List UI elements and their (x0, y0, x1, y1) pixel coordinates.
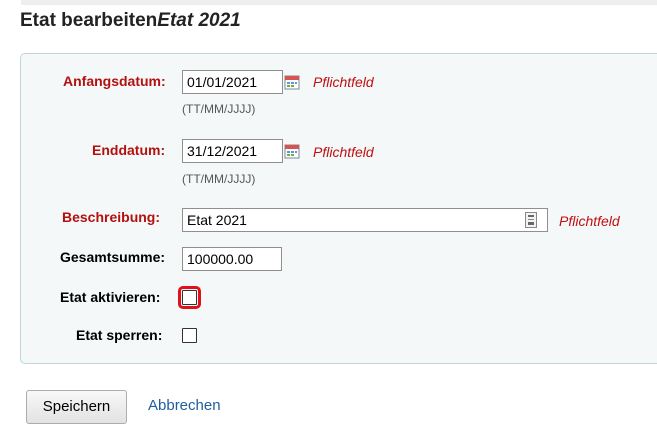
start-date-format-hint: (TT/MM/JJJJ) (182, 102, 256, 116)
end-date-format-hint: (TT/MM/JJJJ) (182, 172, 256, 186)
page-title: Etat bearbeitenEtat 2021 (20, 10, 241, 32)
activate-budget-label: Etat aktivieren: (60, 289, 161, 305)
start-date-label: Anfangsdatum: (63, 73, 166, 89)
page-title-prefix: Etat bearbeiten (20, 10, 158, 31)
total-amount-input[interactable]: 100000.00 (182, 247, 282, 271)
save-button[interactable]: Speichern (26, 390, 127, 424)
description-required-note: Pflichtfeld (559, 213, 620, 229)
activate-budget-checkbox[interactable] (178, 286, 201, 309)
start-date-input[interactable]: 01/01/2021 (182, 70, 283, 94)
total-amount-label: Gesamtsumme: (60, 249, 166, 265)
cancel-link[interactable]: Abbrechen (148, 397, 221, 414)
description-input[interactable]: Etat 2021 (182, 208, 548, 232)
description-label: Beschreibung: (62, 209, 161, 225)
lock-budget-checkbox[interactable] (182, 328, 197, 343)
end-date-input[interactable]: 31/12/2021 (182, 139, 283, 163)
expand-textarea-icon[interactable] (525, 212, 537, 228)
page-title-budget-name: Etat 2021 (157, 10, 241, 31)
calendar-icon[interactable] (284, 74, 300, 90)
end-date-label: Enddatum: (92, 142, 166, 158)
top-bar (21, 0, 657, 5)
start-date-required-note: Pflichtfeld (313, 74, 374, 90)
end-date-required-note: Pflichtfeld (313, 144, 374, 160)
lock-budget-label: Etat sperren: (76, 327, 163, 343)
calendar-icon[interactable] (284, 143, 300, 159)
budget-form: Anfangsdatum: 01/01/2021 Pflichtfeld (TT… (20, 53, 657, 364)
